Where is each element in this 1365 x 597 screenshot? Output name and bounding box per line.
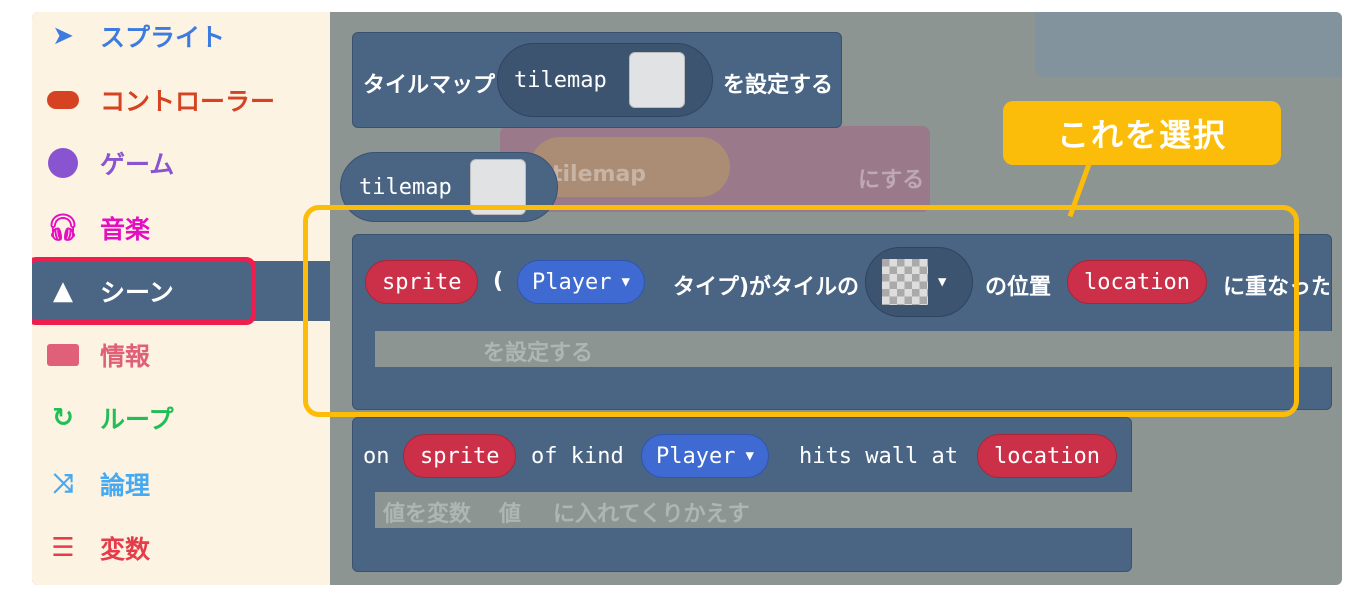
category-loops[interactable]: ↻ ループ	[32, 388, 330, 448]
set-tilemap-block[interactable]: タイルマップ tilemap を設定する	[352, 32, 842, 128]
paper-plane-icon: ➤	[52, 21, 74, 51]
kind-dropdown[interactable]: Player ▼	[641, 434, 769, 478]
callout-label: これを選択	[1003, 101, 1281, 165]
gamepad-icon	[46, 85, 80, 115]
toolbox-sidebar: ➤ スプライト コントローラー ゲーム 🎧︎ 音楽 ▲ シーン 情報 ↻ ループ ⤨ 論理…	[32, 12, 330, 585]
id-card-icon	[46, 340, 80, 370]
selection-highlight	[32, 257, 256, 325]
sprite-variable[interactable]: sprite	[403, 434, 517, 478]
category-variables[interactable]: ☰ 変数	[32, 518, 330, 578]
statement-slot	[375, 492, 1133, 528]
category-sprites[interactable]: ➤ スプライト	[32, 12, 330, 66]
tilemap-reporter[interactable]: tilemap	[497, 43, 713, 117]
ghost-block	[1035, 12, 1342, 77]
loop-icon: ↻	[52, 403, 74, 433]
category-game[interactable]: ゲーム	[32, 133, 330, 193]
headphones-icon: 🎧︎	[46, 213, 80, 243]
category-music[interactable]: 🎧︎ 音楽	[32, 198, 330, 258]
category-info[interactable]: 情報	[32, 325, 330, 385]
dropdown-arrow-icon: ▼	[745, 448, 754, 464]
callout-highlight-box	[303, 205, 1299, 417]
shuffle-icon: ⤨	[52, 468, 74, 499]
location-variable[interactable]: location	[977, 434, 1117, 478]
list-icon: ☰	[51, 533, 75, 563]
category-logic[interactable]: ⤨ 論理	[32, 454, 330, 514]
tilemap-thumbnail[interactable]	[628, 52, 685, 108]
category-controller[interactable]: コントローラー	[32, 70, 330, 130]
hits-wall-event-block[interactable]: on sprite of kind Player ▼ hits wall at l…	[352, 417, 1133, 572]
circle-icon	[46, 148, 80, 178]
